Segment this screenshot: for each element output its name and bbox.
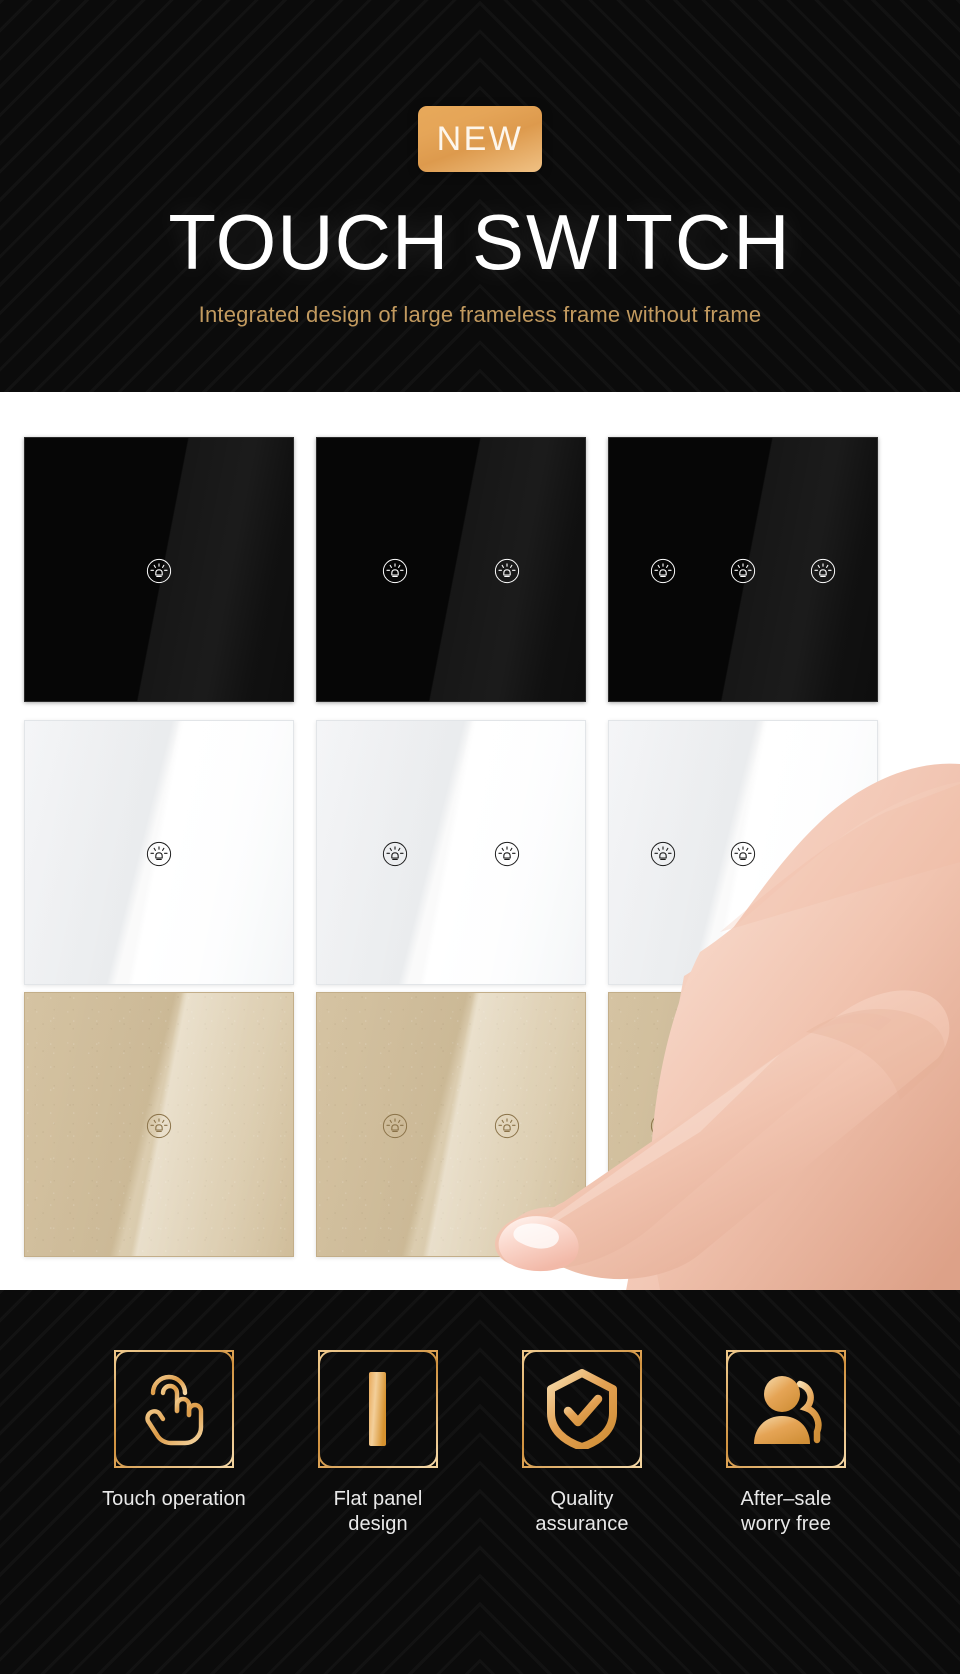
light-bulb-touch-key-icon (650, 841, 676, 866)
touch-key-1[interactable] (141, 836, 177, 872)
feature-quality-assurance[interactable]: Quality assurance (509, 1350, 655, 1537)
light-bulb-touch-key-icon (146, 841, 172, 866)
feature-label: After–sale worry free (740, 1487, 831, 1537)
feature-label: Quality assurance (535, 1488, 629, 1536)
black-2-gang-touch-switch[interactable] (316, 437, 586, 702)
new-badge-label: NEW (436, 120, 524, 158)
light-bulb-touch-key-icon (810, 558, 836, 583)
light-bulb-touch-key-icon (382, 558, 408, 583)
light-bulb-touch-key-icon (382, 841, 408, 866)
light-bulb-touch-key-icon (146, 558, 172, 583)
touch-key-1[interactable] (141, 1108, 177, 1144)
touch-key-2[interactable] (489, 553, 525, 589)
light-bulb-touch-key-icon (494, 841, 520, 866)
touch-key-1[interactable] (377, 836, 413, 872)
light-bulb-touch-key-icon (730, 1113, 756, 1138)
page-title-word-1: TOUCH (168, 198, 450, 286)
touch-key-3[interactable] (805, 553, 841, 589)
feature-icon-frame (522, 1350, 642, 1468)
page-subtitle: Integrated design of large frameless fra… (198, 302, 762, 328)
shield-check-icon (547, 1369, 617, 1449)
white-3-gang-touch-switch[interactable] (608, 720, 878, 985)
two-users-icon (754, 1376, 822, 1444)
light-bulb-touch-key-icon (810, 841, 836, 866)
touch-key-3[interactable] (805, 836, 841, 872)
feature-label-line-1: After–sale (740, 1488, 832, 1510)
light-bulb-touch-key-icon (650, 1113, 676, 1138)
feature-touch-operation[interactable]: Touch operation (101, 1350, 247, 1512)
gold-2-gang-touch-switch[interactable] (316, 992, 586, 1257)
light-bulb-touch-key-icon (494, 1113, 520, 1138)
touch-key-1[interactable] (141, 553, 177, 589)
light-bulb-touch-key-icon (730, 841, 756, 866)
white-2-gang-touch-switch[interactable] (316, 720, 586, 985)
light-bulb-touch-key-icon (730, 558, 756, 583)
white-1-gang-touch-switch[interactable] (24, 720, 294, 985)
touch-key-2[interactable] (725, 836, 761, 872)
black-1-gang-touch-switch[interactable] (24, 437, 294, 702)
touch-key-3[interactable] (805, 1108, 841, 1144)
touch-key-1[interactable] (645, 553, 681, 589)
gold-3-gang-touch-switch[interactable] (608, 992, 878, 1257)
touch-key-2[interactable] (725, 1108, 761, 1144)
light-bulb-touch-key-icon (650, 558, 676, 583)
page-title: TOUCH SWITCH (168, 203, 791, 281)
page-title-word-2: SWITCH (471, 198, 792, 286)
light-bulb-touch-key-icon (494, 558, 520, 583)
feature-label-line-2: worry free (741, 1513, 831, 1536)
light-bulb-touch-key-icon (382, 1113, 408, 1138)
touch-key-1[interactable] (377, 1108, 413, 1144)
light-bulb-touch-key-icon (146, 1113, 172, 1138)
feature-after-sale-worry-free[interactable]: After–sale worry free (713, 1350, 859, 1537)
flat-panel-bar-icon (369, 1372, 386, 1446)
new-badge: NEW (418, 106, 542, 172)
feature-label: Touch operation (102, 1488, 246, 1510)
gold-1-gang-touch-switch[interactable] (24, 992, 294, 1257)
feature-icon-frame (726, 1350, 846, 1468)
touch-key-1[interactable] (645, 836, 681, 872)
feature-highlights: Touch operation Flat panel design Qualit… (0, 1290, 960, 1674)
touch-key-1[interactable] (645, 1108, 681, 1144)
touch-hand-icon (145, 1374, 204, 1446)
feature-label: Flat panel design (333, 1488, 423, 1536)
light-bulb-touch-key-icon (810, 1113, 836, 1138)
touch-key-2[interactable] (725, 553, 761, 589)
hero-banner: NEW TOUCH SWITCH Integrated design of la… (0, 0, 960, 392)
black-3-gang-touch-switch[interactable] (608, 437, 878, 702)
touch-key-2[interactable] (489, 836, 525, 872)
feature-icon-frame (114, 1350, 234, 1468)
touch-key-1[interactable] (377, 553, 413, 589)
feature-flat-panel-design[interactable]: Flat panel design (305, 1350, 451, 1537)
product-gallery (0, 392, 960, 1290)
touch-key-2[interactable] (489, 1108, 525, 1144)
feature-icon-frame (318, 1350, 438, 1468)
